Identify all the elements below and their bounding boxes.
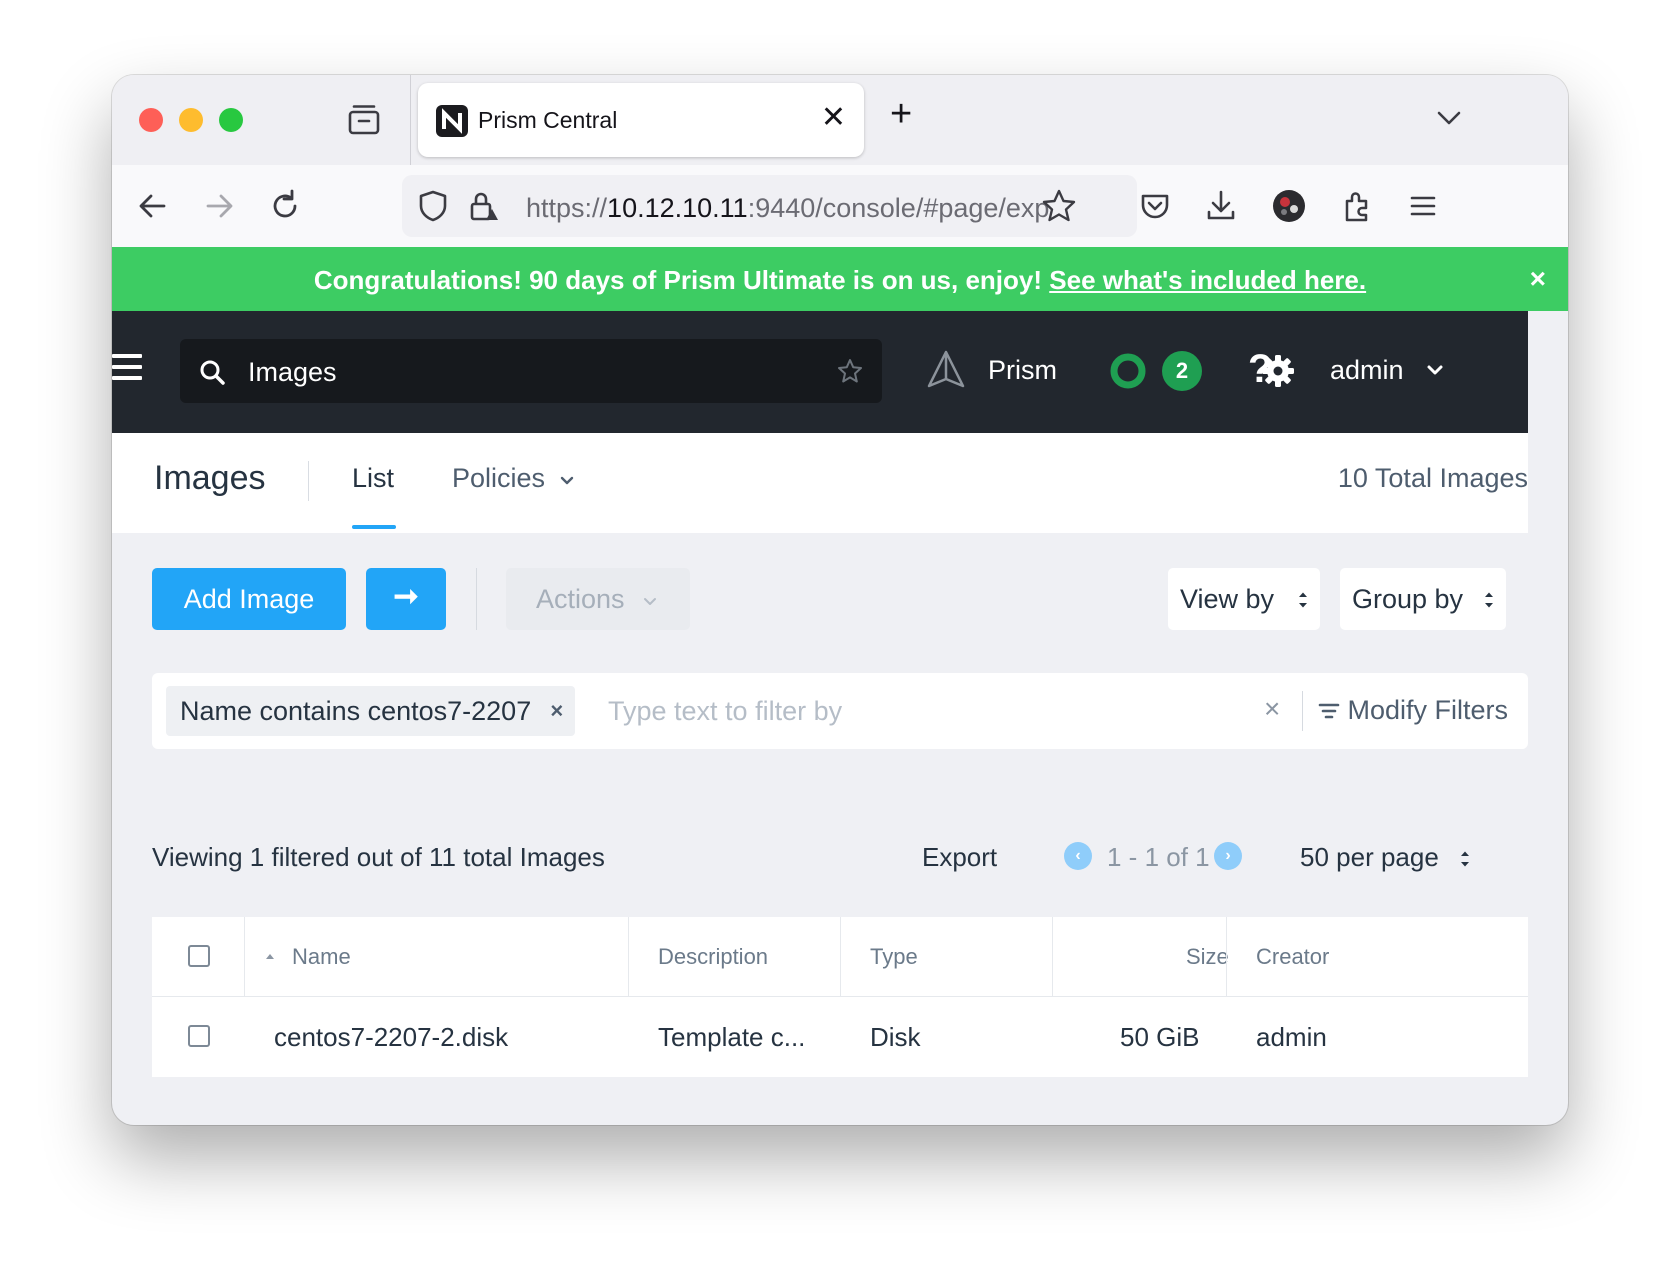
- updown-icon: [1461, 851, 1470, 867]
- import-arrow-button[interactable]: ➞: [366, 568, 446, 630]
- modify-filters-button[interactable]: Modify Filters: [1318, 695, 1508, 726]
- close-icon[interactable]: ✕: [821, 103, 846, 133]
- reload-icon[interactable]: [266, 187, 304, 225]
- viewing-summary: Viewing 1 filtered out of 11 total Image…: [152, 842, 605, 872]
- close-window-button[interactable]: [139, 108, 163, 132]
- app-search-bar[interactable]: Images: [180, 339, 882, 403]
- chip-close-icon[interactable]: ×: [550, 686, 563, 736]
- gear-icon[interactable]: [1258, 351, 1298, 396]
- pagination-range: 1 - 1 of 1: [1107, 842, 1210, 872]
- browser-window: Prism Central ✕ + https://10.12.10.11:94…: [112, 75, 1568, 1125]
- select-all-checkbox[interactable]: [188, 945, 210, 967]
- chevron-down-icon: [560, 476, 573, 485]
- alert-count-badge[interactable]: 2: [1162, 351, 1202, 391]
- tab-overview-icon[interactable]: [346, 103, 382, 137]
- chevron-down-icon[interactable]: [1434, 103, 1464, 133]
- hamburger-menu-icon[interactable]: [112, 354, 142, 382]
- avatar-icon[interactable]: [1270, 187, 1308, 225]
- images-table: Name Description Type Size Creator cento…: [152, 917, 1528, 1077]
- clear-filter-icon[interactable]: ×: [1264, 693, 1280, 725]
- column-header-name[interactable]: Name: [292, 917, 351, 997]
- user-menu[interactable]: admin: [1330, 355, 1404, 386]
- next-page-button[interactable]: ›: [1214, 842, 1242, 870]
- tab-prism-central[interactable]: Prism Central ✕: [418, 83, 864, 157]
- url-text[interactable]: https://10.12.10.11:9440/console/#page/e…: [526, 193, 1074, 224]
- nav-toolbar: https://10.12.10.11:9440/console/#page/e…: [112, 165, 1568, 247]
- forward-icon[interactable]: [200, 187, 238, 225]
- per-page-select[interactable]: 50 per page: [1300, 842, 1470, 873]
- filter-chip[interactable]: Name contains centos7-2207 ×: [166, 686, 576, 736]
- back-icon[interactable]: [134, 187, 172, 225]
- status-ring-icon[interactable]: [1108, 351, 1148, 396]
- cell-description: Template c...: [658, 1022, 806, 1052]
- active-tab-indicator: [352, 525, 396, 529]
- total-images-count: 10 Total Images: [1337, 463, 1528, 493]
- cell-size: 50 GiB: [1120, 1022, 1200, 1052]
- zoom-window-button[interactable]: [219, 108, 243, 132]
- cell-name[interactable]: centos7-2207-2.disk: [274, 997, 508, 1077]
- plus-icon[interactable]: +: [890, 95, 912, 133]
- download-icon[interactable]: [1202, 187, 1240, 225]
- chevron-down-icon[interactable]: [1426, 363, 1444, 382]
- banner-link[interactable]: See what's included here.: [1049, 265, 1366, 295]
- cell-creator: admin: [1256, 1022, 1327, 1052]
- column-header-type[interactable]: Type: [870, 917, 918, 997]
- column-header-creator[interactable]: Creator: [1256, 917, 1329, 997]
- header-divider: [308, 461, 309, 501]
- filter-icon: [1318, 703, 1340, 719]
- table-header: Name Description Type Size Creator: [152, 917, 1528, 997]
- updown-icon: [1299, 592, 1307, 608]
- app-search-value[interactable]: Images: [248, 357, 337, 388]
- group-by-select[interactable]: Group by: [1340, 568, 1506, 630]
- cell-type: Disk: [870, 1022, 921, 1052]
- tab-separator: [410, 75, 411, 165]
- tab-policies[interactable]: Policies: [452, 463, 575, 494]
- view-by-select[interactable]: View by: [1168, 568, 1320, 630]
- column-header-description[interactable]: Description: [658, 917, 768, 997]
- banner-close-icon[interactable]: ×: [1530, 263, 1546, 295]
- star-icon[interactable]: [836, 357, 864, 390]
- column-header-size[interactable]: Size: [1186, 917, 1229, 997]
- extensions-icon[interactable]: [1338, 187, 1376, 225]
- add-image-button[interactable]: Add Image: [152, 568, 346, 630]
- shield-icon[interactable]: [414, 187, 452, 225]
- promo-banner: Congratulations! 90 days of Prism Ultima…: [112, 247, 1568, 311]
- prev-page-button[interactable]: ‹: [1064, 842, 1092, 870]
- export-button[interactable]: Export: [922, 842, 997, 873]
- star-icon[interactable]: [1040, 187, 1078, 225]
- page-header: Images List Policies 10 Total Images: [112, 433, 1528, 533]
- banner-message: Congratulations! 90 days of Prism Ultima…: [313, 265, 1367, 295]
- page-title: Images: [154, 459, 266, 497]
- actions-dropdown[interactable]: Actions: [506, 568, 690, 630]
- filter-bar: Name contains centos7-2207 × × Modify Fi…: [152, 673, 1528, 749]
- filter-input[interactable]: [608, 689, 1248, 733]
- row-checkbox[interactable]: [188, 1025, 210, 1047]
- minimize-window-button[interactable]: [179, 108, 203, 132]
- tab-title: Prism Central: [478, 107, 618, 133]
- search-icon: [198, 358, 226, 391]
- menu-icon[interactable]: [1404, 187, 1442, 225]
- chevron-down-icon: [644, 598, 657, 605]
- app-header: Images Prism 2 ? admin: [112, 311, 1528, 433]
- prism-icon: [926, 349, 966, 396]
- tab-strip: Prism Central ✕ +: [112, 75, 1568, 165]
- filter-divider: [1302, 691, 1303, 731]
- tab-list[interactable]: List: [352, 463, 394, 494]
- lock-icon[interactable]: [464, 187, 502, 225]
- pocket-icon[interactable]: [1136, 187, 1174, 225]
- url-bar[interactable]: https://10.12.10.11:9440/console/#page/e…: [402, 175, 1137, 237]
- updown-icon: [1485, 592, 1493, 608]
- toolbar-divider: [476, 568, 477, 630]
- sort-asc-icon[interactable]: [264, 951, 276, 961]
- nutanix-favicon-icon: [436, 105, 468, 137]
- prism-label[interactable]: Prism: [988, 355, 1057, 386]
